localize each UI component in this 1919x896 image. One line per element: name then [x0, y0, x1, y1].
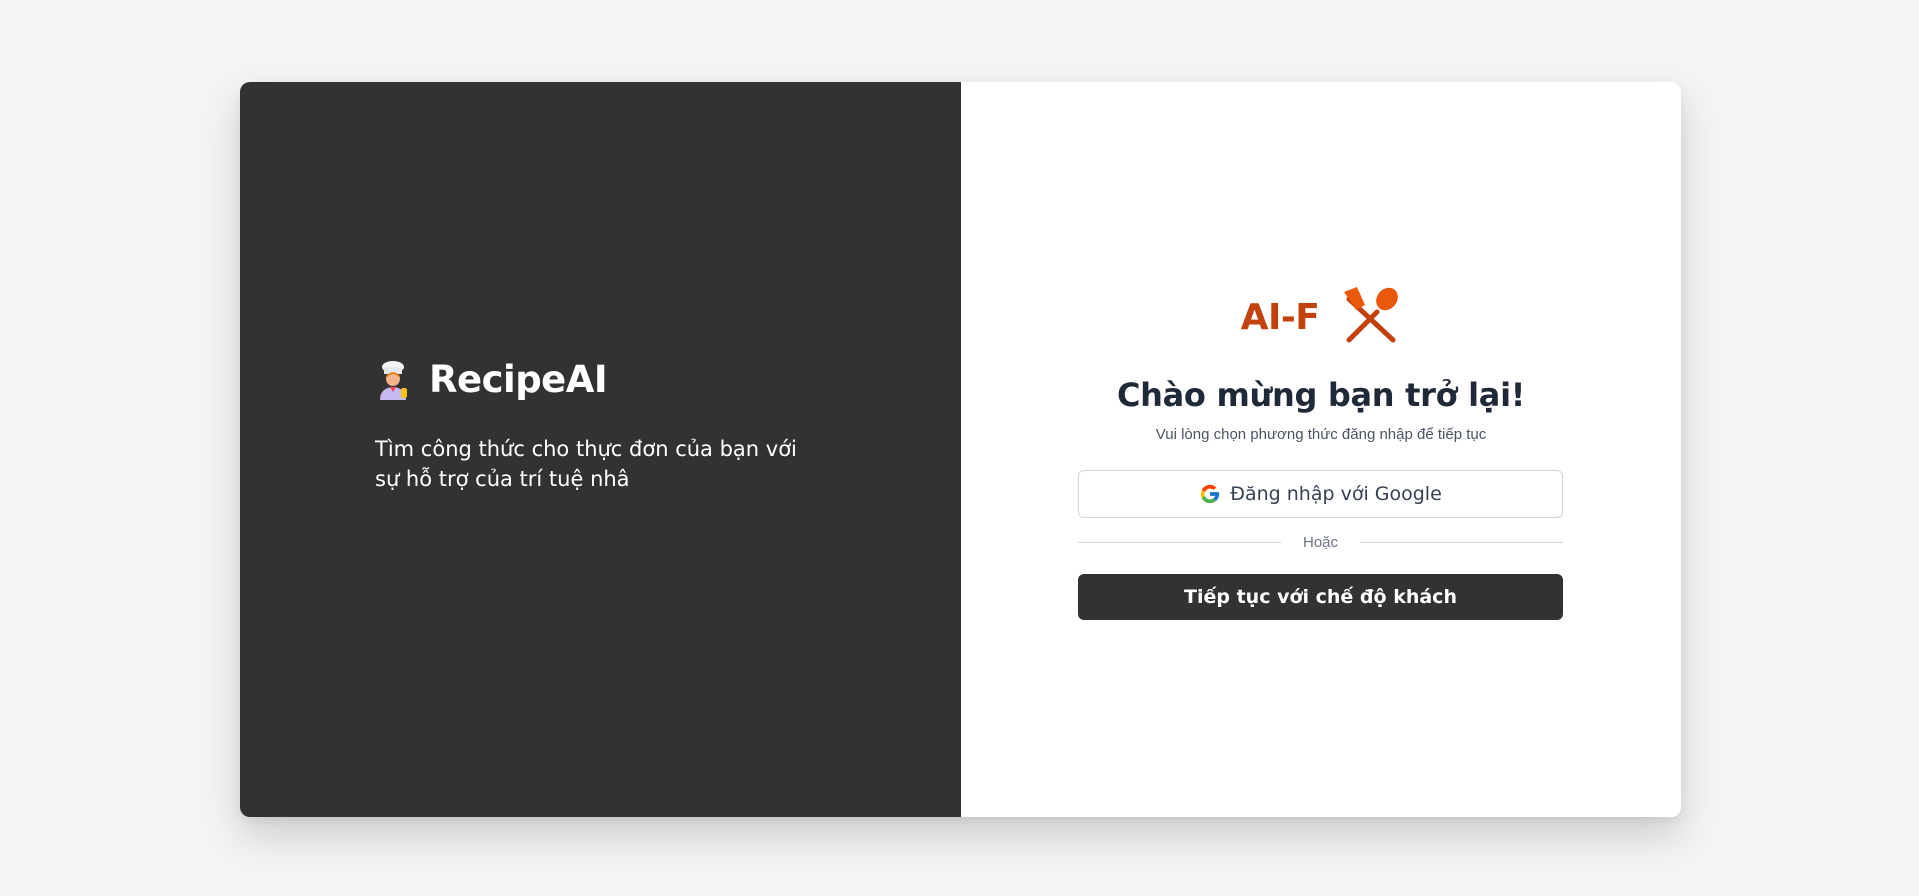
google-login-button[interactable]: Đăng nhập với Google: [1078, 470, 1563, 518]
google-icon: [1199, 483, 1221, 505]
welcome-title: Chào mừng bạn trở lại!: [1116, 376, 1526, 414]
chef-icon: [375, 360, 411, 400]
login-subtitle: Vui lòng chọn phương thức đăng nhập để t…: [1155, 426, 1487, 443]
brand-panel: RecipeAI Tìm công thức cho thực đơn của …: [240, 82, 961, 817]
divider-text: Hoặc: [1302, 534, 1339, 551]
tagline: Tìm công thức cho thực đơn của bạn với s…: [375, 437, 797, 491]
fork-spoon-icon: [1341, 286, 1401, 349]
logo-text: AI-F: [1240, 297, 1320, 338]
guest-mode-button[interactable]: Tiếp tục với chế độ khách: [1078, 574, 1563, 620]
google-login-label: Đăng nhập với Google: [1230, 483, 1442, 505]
login-panel: AI-F Chào mừng bạn trở lại! Vui lòng chọ…: [961, 82, 1681, 817]
divider-line-right: [1360, 542, 1563, 543]
login-card: RecipeAI Tìm công thức cho thực đơn của …: [240, 82, 1681, 817]
brand: RecipeAI: [375, 358, 608, 401]
or-divider: Hoặc: [1078, 534, 1563, 551]
divider-line-left: [1078, 542, 1281, 543]
app-logo: AI-F: [961, 286, 1681, 349]
brand-name: RecipeAI: [429, 358, 608, 401]
